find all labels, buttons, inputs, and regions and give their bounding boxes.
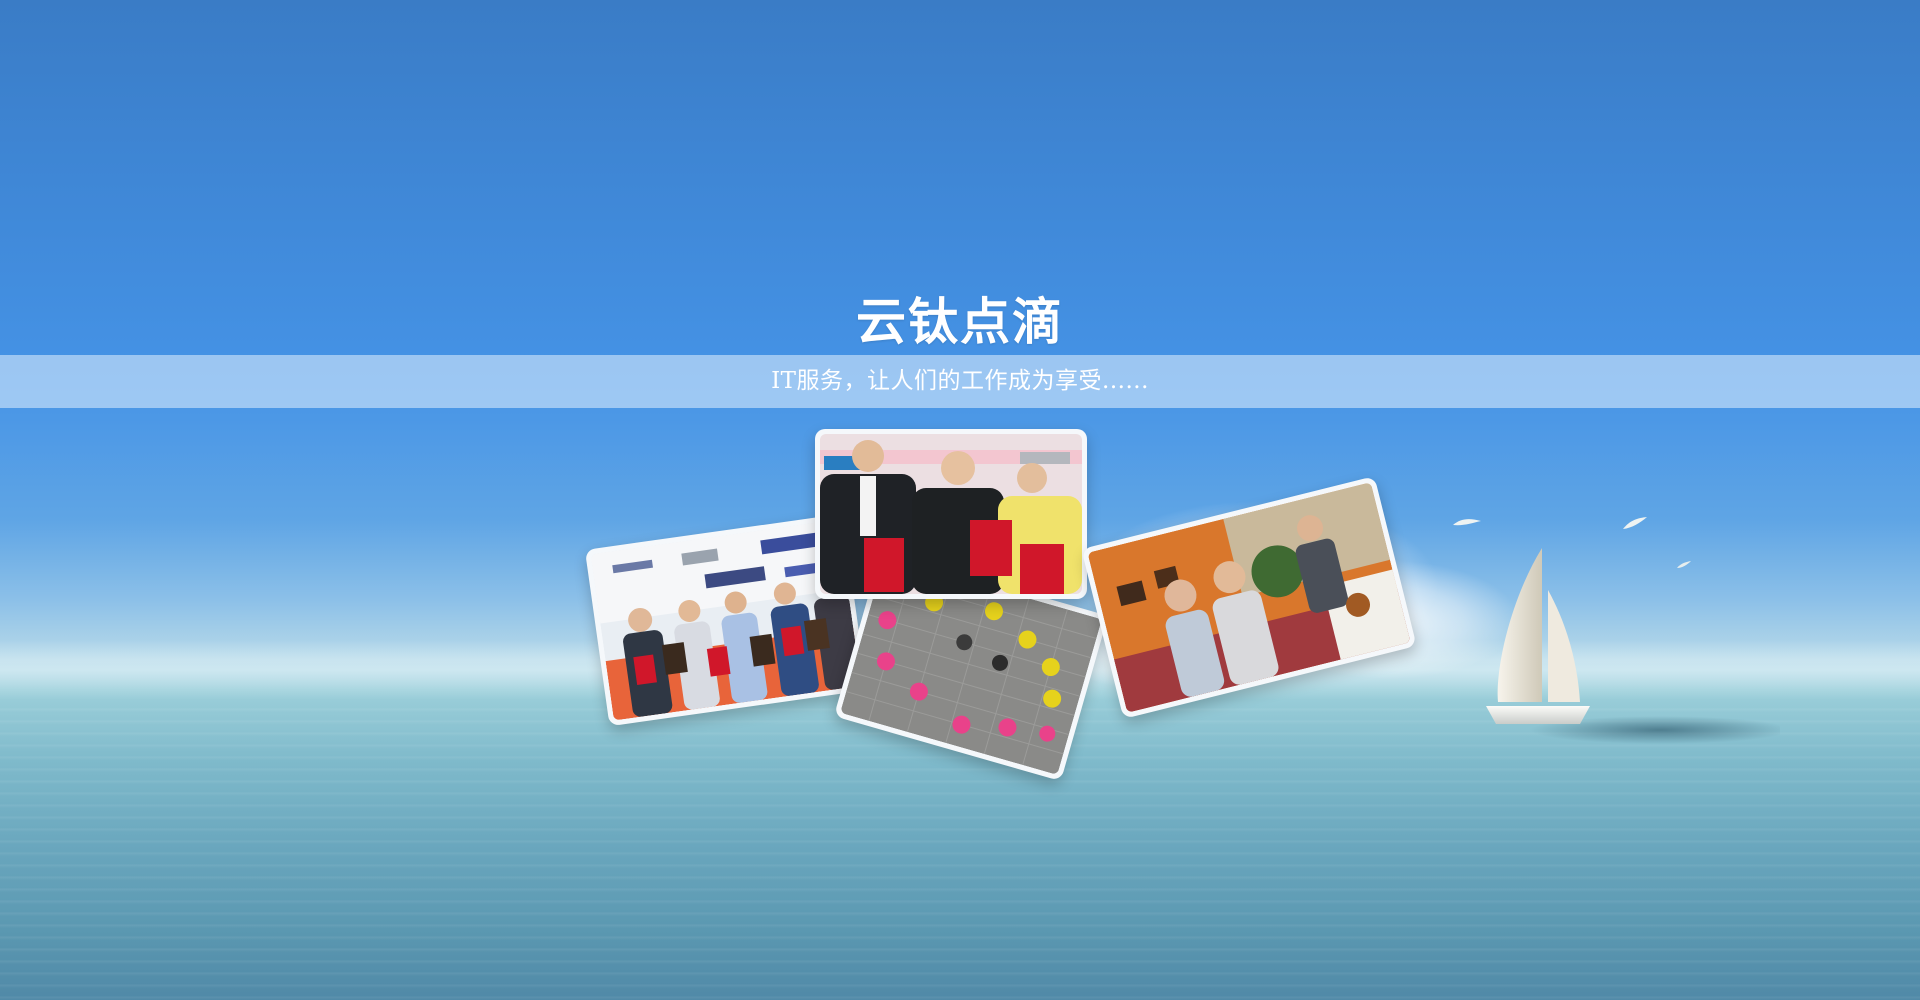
tagline-banner: IT服务，让人们的工作成为享受...... [0,355,1920,408]
landing-page: 云钛点滴 IT服务，让人们的工作成为享受...... [0,0,1920,1000]
tagline-text: IT服务，让人们的工作成为享受...... [771,368,1149,394]
photo-certificates-icon [820,434,1082,594]
photo-award-three-people[interactable] [815,429,1087,599]
bird-icon [1623,517,1647,529]
bird-icon [1453,519,1481,526]
sailboat-icon [1486,548,1780,744]
brand-logo: 云钛点滴 [856,293,1064,351]
bird-icon [1677,561,1691,568]
